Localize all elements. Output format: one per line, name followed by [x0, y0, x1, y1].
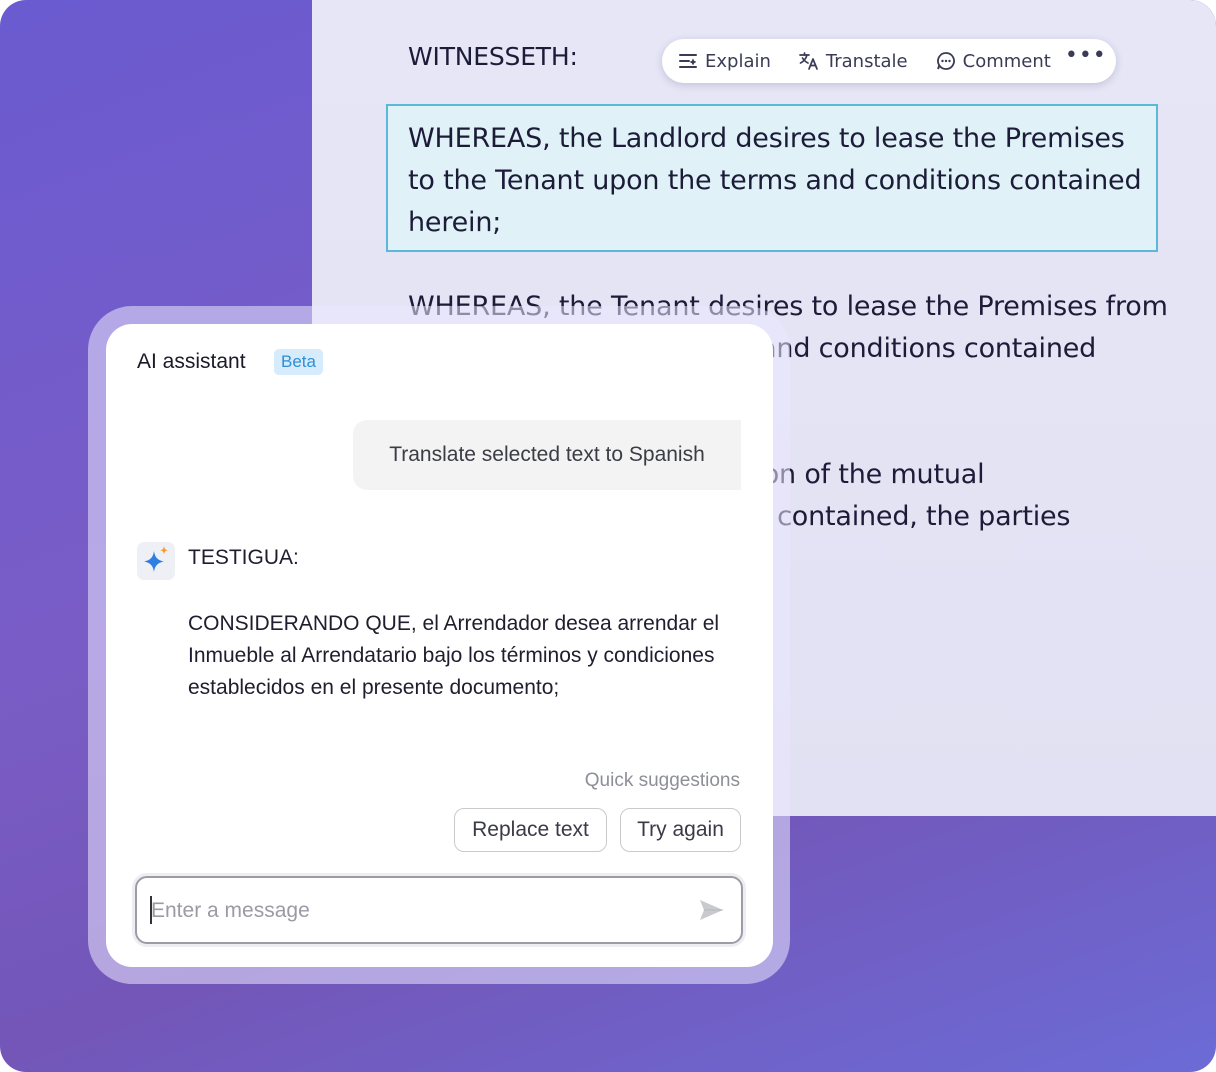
selected-paragraph[interactable]: WHEREAS, the Landlord desires to lease t… [408, 118, 1142, 244]
more-icon[interactable]: ••• [1065, 45, 1107, 77]
comment-label: Comment [962, 50, 1051, 72]
translate-icon [799, 51, 819, 71]
user-message-bubble: Translate selected text to Spanish [353, 420, 741, 490]
try-again-button[interactable]: Try again [620, 808, 741, 852]
translate-button[interactable]: Transtale [799, 51, 918, 72]
message-input[interactable] [149, 878, 673, 944]
ai-response-body: CONSIDERANDO QUE, el Arrendador desea ar… [188, 612, 720, 699]
text-cursor [150, 896, 152, 924]
replace-text-button[interactable]: Replace text [454, 808, 607, 852]
explain-label: Explain [705, 50, 771, 72]
sparkle-icon [137, 542, 175, 580]
explain-icon [678, 52, 698, 70]
comment-icon [936, 51, 956, 71]
quick-suggestions-label: Quick suggestions [584, 770, 740, 791]
ai-response-heading: TESTIGUA: [188, 546, 299, 569]
translate-label: Transtale [825, 50, 908, 72]
ai-assistant-panel: AI assistant Beta Translate selected tex… [106, 324, 773, 967]
beta-badge: Beta [274, 349, 323, 375]
selection-toolbar: Explain Transtale Comment ••• [662, 39, 1116, 83]
document-heading: WITNESSETH: [408, 42, 578, 71]
panel-title: AI assistant [137, 350, 246, 373]
comment-button[interactable]: Comment [936, 51, 1061, 72]
message-input-box[interactable] [135, 876, 743, 944]
send-icon[interactable] [697, 896, 725, 924]
explain-button[interactable]: Explain [678, 51, 781, 72]
background-frame: WITNESSETH: WHEREAS, the Landlord desire… [0, 0, 1216, 1072]
